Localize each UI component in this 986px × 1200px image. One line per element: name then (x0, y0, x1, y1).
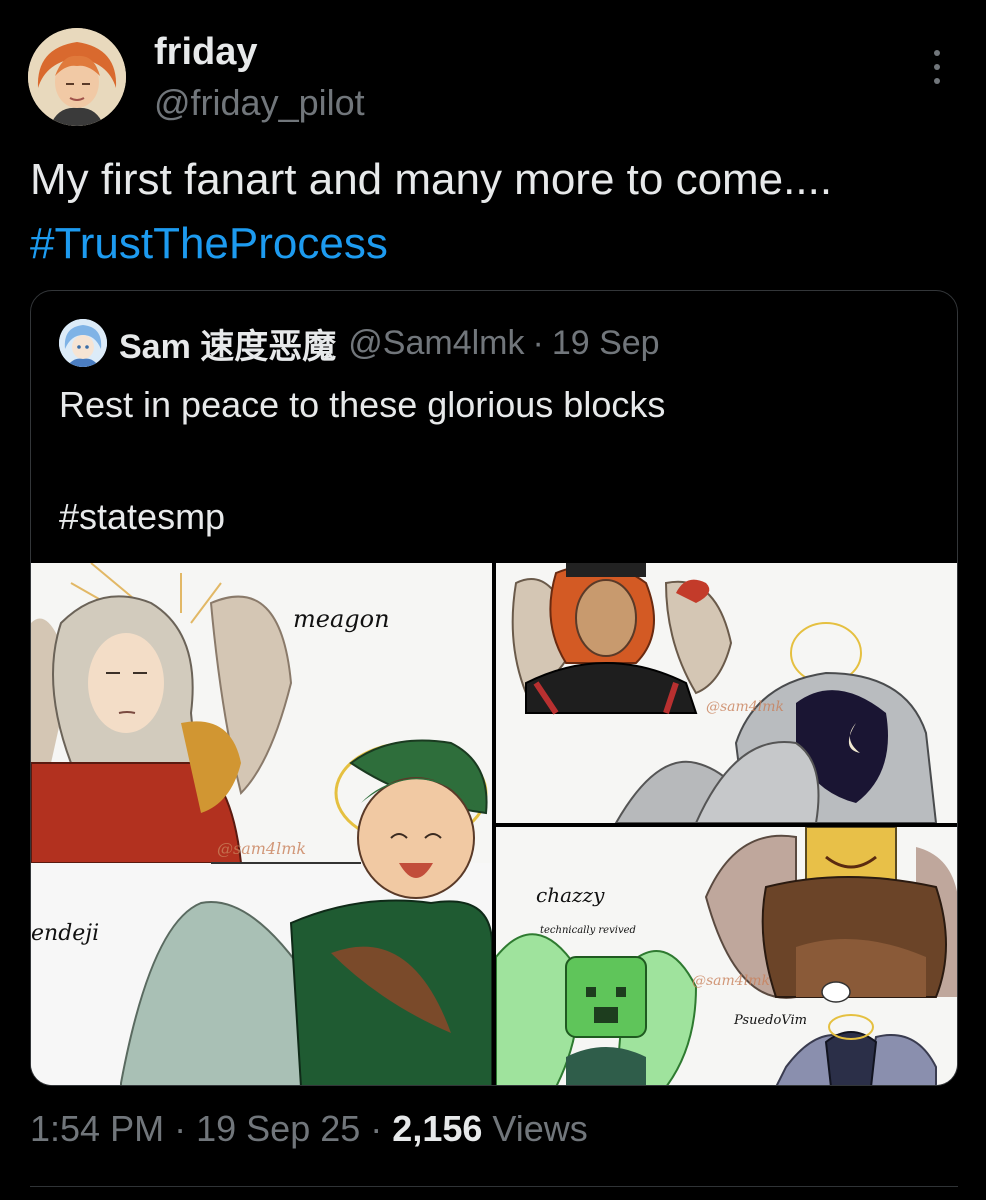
label-chazzy: chazzy (536, 883, 605, 907)
quoted-tweet[interactable]: Sam 速度恶魔 @Sam4lmk · 19 Sep Rest in peace… (30, 290, 958, 1086)
tweet-body: My first fanart and many more to come...… (30, 155, 833, 204)
tweet-date[interactable]: 19 Sep 25 (196, 1108, 360, 1149)
quoted-author-name[interactable]: Sam 速度恶魔 (119, 319, 336, 368)
watermark-1: @sam4lmk (217, 839, 307, 858)
tweet-time[interactable]: 1:54 PM (30, 1108, 164, 1149)
label-technically-revived: technically revived (540, 925, 636, 936)
meta-separator-1: · (174, 1108, 187, 1149)
tweet-hashtag-link[interactable]: #TrustTheProcess (30, 219, 388, 268)
quoted-separator: · (532, 323, 544, 362)
quoted-header: Sam 速度恶魔 @Sam4lmk · 19 Sep (59, 317, 660, 369)
label-meagon: meagon (293, 605, 390, 633)
quoted-media-grid[interactable]: meagon endeji @sam4lmk @sam4lmk chazzy t… (31, 563, 957, 1085)
quoted-author-handle[interactable]: @Sam4lmk (348, 324, 524, 363)
meta-separator-2: · (370, 1108, 383, 1149)
author-handle[interactable]: @friday_pilot (154, 80, 365, 126)
tweet-text: My first fanart and many more to come...… (30, 148, 950, 276)
quoted-text: Rest in peace to these glorious blocks #… (59, 384, 666, 537)
media-image-3[interactable]: chazzy technically revived PsuedoVim @sa… (496, 827, 957, 1085)
author-names: friday @friday_pilot (154, 30, 365, 126)
divider (30, 1186, 958, 1187)
label-psuedovim: PsuedoVim (734, 1013, 807, 1028)
quoted-avatar (59, 319, 107, 367)
watermark-2: @sam4lmk (706, 699, 784, 715)
label-endeji: endeji (31, 921, 100, 946)
views-label: Views (492, 1108, 588, 1149)
media-image-2[interactable]: @sam4lmk (496, 563, 957, 823)
watermark-3: @sam4lmk (692, 973, 770, 989)
tweet-meta: 1:54 PM · 19 Sep 25 · 2,156 Views (30, 1104, 588, 1154)
more-vertical-icon[interactable] (926, 50, 948, 110)
author-avatar[interactable] (28, 28, 126, 126)
quoted-date[interactable]: 19 Sep (552, 324, 660, 363)
author-display-name[interactable]: friday (154, 30, 365, 74)
media-image-1[interactable]: meagon endeji @sam4lmk (31, 563, 492, 1085)
tweet-header: friday @friday_pilot (28, 28, 968, 128)
views-count: 2,156 (392, 1108, 483, 1149)
